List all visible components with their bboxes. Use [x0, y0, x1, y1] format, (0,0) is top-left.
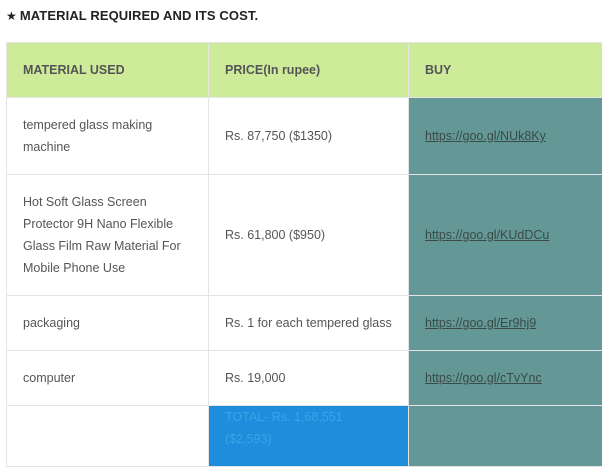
header-price: PRICE(In rupee) — [209, 43, 409, 98]
price-cell: Rs. 87,750 ($1350) — [209, 98, 409, 175]
total-row: TOTAL- Rs. 1,68,551 ($2,593) — [7, 406, 602, 467]
price-cell: Rs. 1 for each tempered glass — [209, 296, 409, 351]
price-cell: Rs. 61,800 ($950) — [209, 175, 409, 296]
table-header-row: MATERIAL USED PRICE(In rupee) BUY — [7, 43, 602, 98]
header-buy: BUY — [409, 43, 602, 98]
table-row: packaging Rs. 1 for each tempered glass … — [7, 296, 602, 351]
buy-cell: https://goo.gl/KUdDCu — [409, 175, 602, 296]
buy-link[interactable]: https://goo.gl/Er9hj9 — [425, 316, 536, 330]
table-row: Hot Soft Glass Screen Protector 9H Nano … — [7, 175, 602, 296]
material-cost-table: MATERIAL USED PRICE(In rupee) BUY temper… — [6, 42, 602, 467]
buy-link[interactable]: https://goo.gl/cTvYnc — [425, 371, 542, 385]
buy-cell: https://goo.gl/Er9hj9 — [409, 296, 602, 351]
material-cell: computer — [7, 351, 209, 406]
total-price-cell: TOTAL- Rs. 1,68,551 ($2,593) — [209, 406, 409, 467]
price-cell: Rs. 19,000 — [209, 351, 409, 406]
star-icon: ★ — [6, 9, 17, 23]
material-cell: tempered glass making machine — [7, 98, 209, 175]
material-cell: Hot Soft Glass Screen Protector 9H Nano … — [7, 175, 209, 296]
table-row: computer Rs. 19,000 https://goo.gl/cTvYn… — [7, 351, 602, 406]
table-row: tempered glass making machine Rs. 87,750… — [7, 98, 602, 175]
total-material-cell — [7, 406, 209, 467]
buy-link[interactable]: https://goo.gl/KUdDCu — [425, 228, 549, 242]
header-material-used: MATERIAL USED — [7, 43, 209, 98]
buy-cell: https://goo.gl/NUk8Ky — [409, 98, 602, 175]
section-heading: ★ MATERIAL REQUIRED AND ITS COST. — [6, 8, 258, 23]
total-buy-cell — [409, 406, 602, 467]
section-heading-text: MATERIAL REQUIRED AND ITS COST. — [20, 8, 258, 23]
buy-link[interactable]: https://goo.gl/NUk8Ky — [425, 129, 546, 143]
total-price-text: TOTAL- Rs. 1,68,551 ($2,593) — [225, 410, 343, 446]
material-cell: packaging — [7, 296, 209, 351]
buy-cell: https://goo.gl/cTvYnc — [409, 351, 602, 406]
